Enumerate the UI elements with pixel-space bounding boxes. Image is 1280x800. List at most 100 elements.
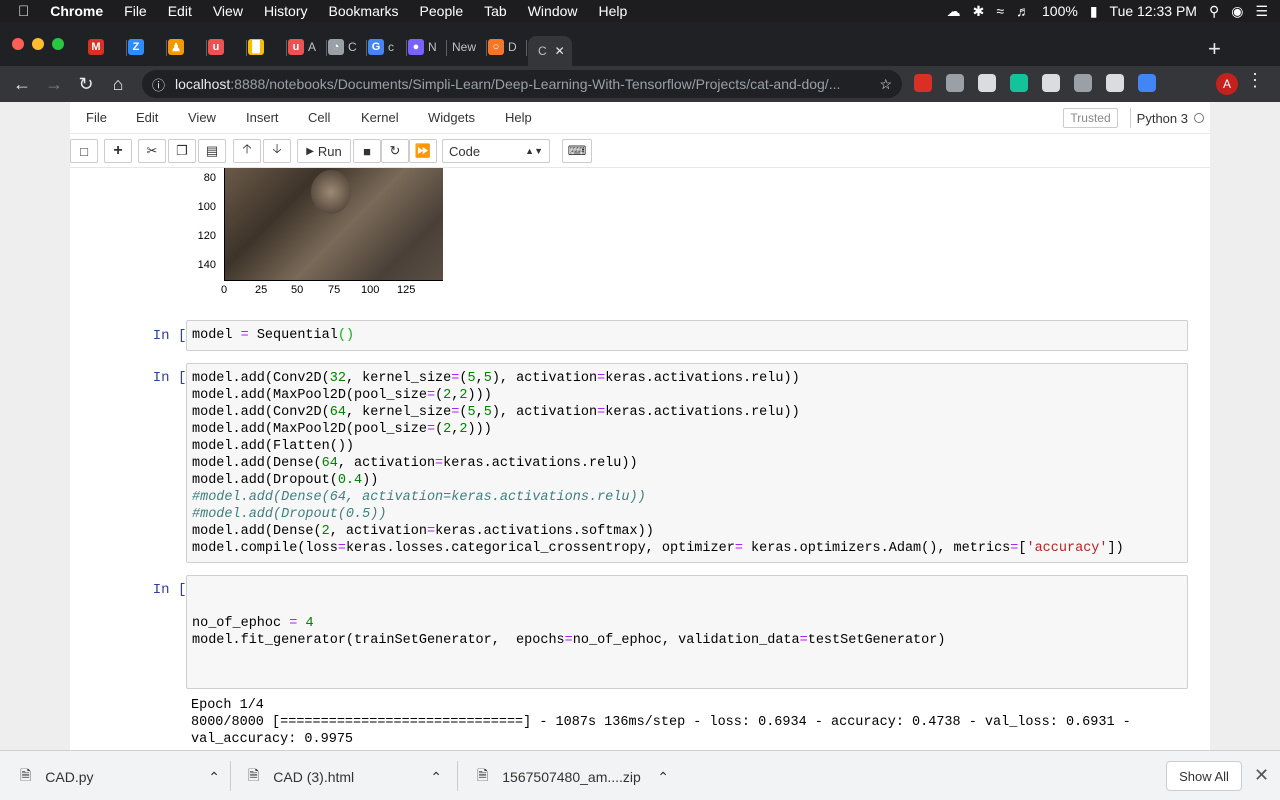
extension-icon[interactable] [1138, 74, 1156, 92]
close-tab-icon[interactable]: ✕ [555, 44, 565, 58]
menu-history[interactable]: History [264, 3, 308, 19]
kernel-name[interactable]: Python 3 [1137, 111, 1188, 126]
jmenu-kernel[interactable]: Kernel [361, 110, 399, 125]
y-tick-label: 140 [197, 259, 216, 271]
battery-percent[interactable]: 100% [1042, 3, 1078, 19]
tab-separator [486, 40, 487, 56]
tab-title: c [388, 40, 394, 54]
jmenu-widgets[interactable]: Widgets [428, 110, 475, 125]
y-tick-label: 100 [197, 201, 216, 213]
apple-icon[interactable]:  [18, 3, 29, 20]
browser-tab[interactable]: u [208, 34, 246, 60]
extension-icon[interactable] [1106, 74, 1124, 92]
download-item[interactable]: 🗎 1567507480_am....zip ⌃ [477, 763, 669, 791]
browser-tab[interactable]: ◔ C [328, 34, 366, 60]
spotlight-icon[interactable]: ⚲ [1209, 3, 1219, 20]
browser-tab[interactable]: █ [248, 34, 286, 60]
menu-tab[interactable]: Tab [484, 3, 507, 19]
tab-title: C [538, 44, 547, 58]
wifi-icon[interactable]: ≈ [996, 3, 1004, 19]
x-tick-label: 125 [397, 284, 416, 296]
notification-center-icon[interactable]: ☰ [1255, 3, 1268, 20]
menu-people[interactable]: People [420, 3, 464, 19]
move-up-icon[interactable]: 🡡 [233, 139, 261, 163]
address-bar[interactable]: ⓘ localhost:8888/notebooks/Documents/Sim… [142, 70, 902, 98]
restart-icon[interactable]: ↻ [381, 139, 409, 163]
interrupt-icon[interactable]: ■ [353, 139, 381, 163]
chevron-up-icon[interactable]: ⌃ [430, 769, 442, 786]
code-cell-35[interactable]: model = Sequential() [186, 320, 1188, 351]
clock[interactable]: Tue 12:33 PM [1110, 3, 1197, 19]
kernel-status-icon [1194, 113, 1204, 123]
extension-icon[interactable] [1010, 74, 1028, 92]
save-icon[interactable]: □ [70, 139, 98, 163]
copy-icon[interactable]: ❐ [168, 139, 196, 163]
jmenu-help[interactable]: Help [505, 110, 532, 125]
cat-face [311, 170, 351, 214]
u-icon: u [288, 39, 304, 55]
cloud-icon[interactable]: ☁ [947, 3, 961, 20]
chevron-up-icon[interactable]: ⌃ [657, 769, 669, 786]
new-tab-button[interactable]: + [1208, 36, 1221, 62]
keyboard-icon[interactable]: ⌨ [562, 139, 592, 163]
app-name[interactable]: Chrome [50, 3, 103, 19]
profile-avatar[interactable]: A [1216, 73, 1238, 95]
chevron-up-icon[interactable]: ⌃ [208, 769, 220, 786]
user-icon[interactable]: ◉ [1231, 3, 1243, 20]
menu-window[interactable]: Window [528, 3, 578, 19]
jmenu-edit[interactable]: Edit [136, 110, 158, 125]
jmenu-view[interactable]: View [188, 110, 216, 125]
menu-file[interactable]: File [124, 3, 147, 19]
menu-bookmarks[interactable]: Bookmarks [329, 3, 399, 19]
download-item[interactable]: 🗎 CAD.py ⌃ [20, 763, 220, 791]
chrome-menu-icon[interactable]: ⋮ [1246, 70, 1264, 91]
volume-icon[interactable]: ♬ [1016, 3, 1030, 19]
browser-tab[interactable]: C ✕ [528, 36, 572, 66]
bluetooth-icon[interactable]: ✱ [973, 3, 985, 20]
jmenu-file[interactable]: File [86, 110, 107, 125]
close-window-button[interactable] [12, 38, 24, 50]
browser-tab[interactable]: ○ D [488, 34, 526, 60]
html-file-icon: 🗎 [248, 767, 260, 783]
browser-tab[interactable]: uA [288, 34, 326, 60]
forward-button[interactable]: → [42, 72, 66, 96]
zoom-window-button[interactable] [52, 38, 64, 50]
code-cell-37[interactable]: no_of_ephoc = 4 model.fit_generator(trai… [186, 575, 1188, 689]
download-item[interactable]: 🗎 CAD (3).html ⌃ [248, 763, 442, 791]
trusted-badge[interactable]: Trusted [1063, 108, 1118, 128]
extension-icon[interactable] [914, 74, 932, 92]
menu-view[interactable]: View [213, 3, 243, 19]
move-down-icon[interactable]: 🡣 [263, 139, 291, 163]
insert-cell-icon[interactable]: + [104, 139, 132, 163]
cell-type-select[interactable]: Code ▲▼ [442, 139, 550, 163]
minimize-window-button[interactable] [32, 38, 44, 50]
home-button[interactable]: ⌂ [106, 72, 130, 96]
extension-icon[interactable] [1042, 74, 1060, 92]
show-all-button[interactable]: Show All [1166, 761, 1242, 791]
battery-icon[interactable]: ▮ [1090, 3, 1098, 20]
back-button[interactable]: ← [10, 72, 34, 96]
reload-button[interactable]: ↻ [74, 72, 98, 96]
browser-tab[interactable]: New [448, 34, 486, 60]
paste-icon[interactable]: ▤ [198, 139, 226, 163]
close-icon[interactable]: ✕ [1254, 765, 1269, 786]
browser-tab[interactable]: ● N [408, 34, 446, 60]
bookmark-star-icon[interactable]: ☆ [879, 76, 892, 93]
code-cell-36[interactable]: model.add(Conv2D(32, kernel_size=(5,5), … [186, 363, 1188, 563]
browser-tab[interactable]: Gc [368, 34, 406, 60]
info-icon[interactable]: ⓘ [152, 75, 165, 94]
run-button[interactable]: ▶ Run [297, 139, 351, 163]
menu-edit[interactable]: Edit [168, 3, 192, 19]
menu-help[interactable]: Help [599, 3, 628, 19]
extension-icon[interactable] [946, 74, 964, 92]
jmenu-cell[interactable]: Cell [308, 110, 330, 125]
browser-tab[interactable]: ♟ [168, 34, 206, 60]
browser-tab[interactable]: M [88, 34, 126, 60]
cut-icon[interactable]: ✂ [138, 139, 166, 163]
jmenu-insert[interactable]: Insert [246, 110, 279, 125]
kernel-divider [1129, 108, 1131, 128]
extension-icon[interactable] [978, 74, 996, 92]
extension-icon[interactable] [1074, 74, 1092, 92]
restart-run-all-icon[interactable]: ⏩ [409, 139, 437, 163]
browser-tab[interactable]: Z [128, 34, 166, 60]
